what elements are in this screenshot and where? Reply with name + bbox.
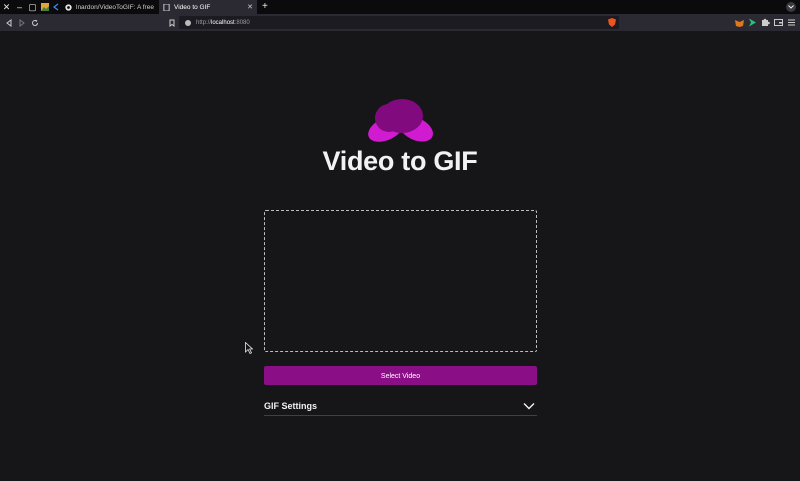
menu-icon[interactable] xyxy=(787,18,796,27)
tab-list-button[interactable] xyxy=(786,2,796,12)
page-icon xyxy=(163,3,170,11)
new-tab-button[interactable]: + xyxy=(262,0,268,14)
forward-button[interactable] xyxy=(15,14,28,31)
chevron-down-icon xyxy=(788,5,794,9)
metamask-icon[interactable] xyxy=(735,18,744,27)
extension-icons xyxy=(735,14,796,31)
close-window-icon[interactable]: ✕ xyxy=(0,0,13,14)
back-icon xyxy=(5,18,11,27)
bookmark-icon xyxy=(169,19,174,27)
tab-title: Video to GIF xyxy=(174,3,211,11)
image-icon xyxy=(40,3,49,11)
browser-toolbar: http://localhost:8080 xyxy=(0,14,800,31)
arrow-extension-icon[interactable] xyxy=(748,18,757,27)
app-logo xyxy=(368,99,433,142)
pinned-tab-share[interactable] xyxy=(50,0,61,14)
gif-settings-label: GIF Settings xyxy=(264,401,318,411)
select-video-button[interactable]: Select Video xyxy=(264,366,537,385)
address-bar[interactable]: http://localhost:8080 xyxy=(179,16,619,29)
page-title: Video to GIF xyxy=(322,146,478,176)
window-controls: ✕ – ▢ xyxy=(0,0,39,14)
wallet-icon[interactable] xyxy=(774,18,783,27)
close-tab-icon[interactable]: ✕ xyxy=(247,3,253,11)
tab-video-to-gif[interactable]: Video to GIF ✕ xyxy=(159,0,257,14)
forward-icon xyxy=(19,18,25,27)
tab-github[interactable]: lnardon/VideoToGIF: A free si xyxy=(61,0,159,14)
gif-settings-accordion[interactable]: GIF Settings xyxy=(264,397,537,416)
url-text: http://localhost:8080 xyxy=(196,19,250,26)
site-info-icon xyxy=(185,19,191,26)
share-icon xyxy=(52,3,58,11)
reload-button[interactable] xyxy=(28,14,41,31)
reload-icon xyxy=(31,19,38,26)
minimize-window-icon[interactable]: – xyxy=(13,0,26,14)
tab-title: lnardon/VideoToGIF: A free si xyxy=(76,3,155,11)
maximize-window-icon[interactable]: ▢ xyxy=(26,0,39,14)
tab-strip: ✕ – ▢ lnardon/VideoToGIF: A free si Vide… xyxy=(0,0,800,14)
chevron-down-icon[interactable] xyxy=(523,402,535,410)
mouse-cursor-icon xyxy=(245,342,253,354)
video-drop-zone[interactable] xyxy=(264,210,537,352)
github-icon xyxy=(65,3,72,11)
extensions-puzzle-icon[interactable] xyxy=(761,18,770,27)
back-button[interactable] xyxy=(2,14,15,31)
brave-shield-icon[interactable] xyxy=(608,18,616,27)
bookmark-button[interactable] xyxy=(165,14,178,31)
pinned-tab-photo[interactable] xyxy=(39,0,50,14)
